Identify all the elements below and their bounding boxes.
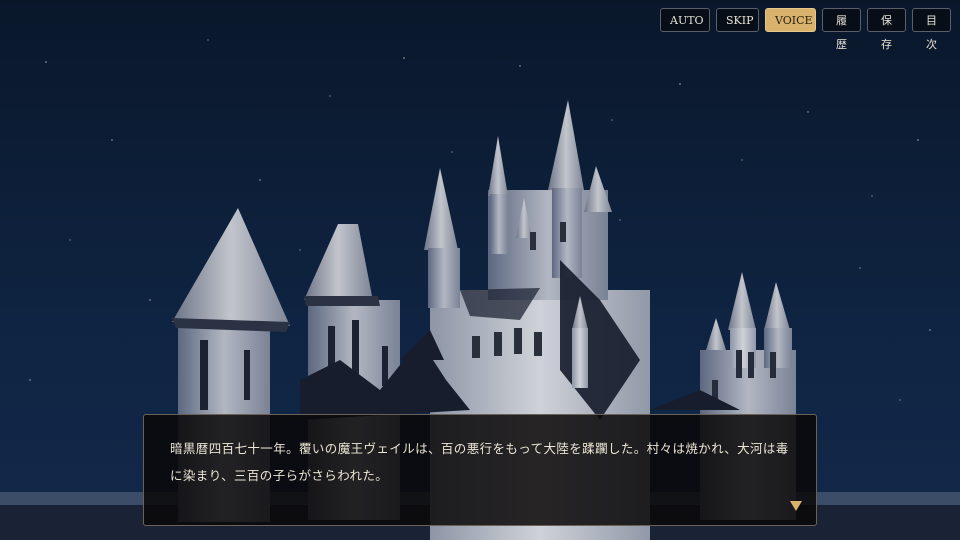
- dialogue-box[interactable]: 暗黒暦四百七十一年。覆いの魔王ヴェイルは、百の悪行をもって大陸を蹂躙した。村々は…: [143, 414, 817, 526]
- contents-button[interactable]: 目次: [912, 8, 951, 51]
- system-menu: AUTO SKIP VOICE 履歴 保存 目次: [660, 8, 951, 51]
- voice-button[interactable]: VOICE: [765, 8, 816, 32]
- skip-button[interactable]: SKIP: [716, 8, 759, 32]
- triangle-down-icon[interactable]: [790, 501, 802, 511]
- game-scene[interactable]: AUTO SKIP VOICE 履歴 保存 目次 暗黒暦四百七十一年。覆いの魔王…: [0, 0, 960, 540]
- history-button[interactable]: 履歴: [822, 8, 861, 51]
- dialogue-text: 暗黒暦四百七十一年。覆いの魔王ヴェイルは、百の悪行をもって大陸を蹂躙した。村々は…: [170, 441, 789, 483]
- auto-button[interactable]: AUTO: [660, 8, 710, 32]
- save-button[interactable]: 保存: [867, 8, 906, 51]
